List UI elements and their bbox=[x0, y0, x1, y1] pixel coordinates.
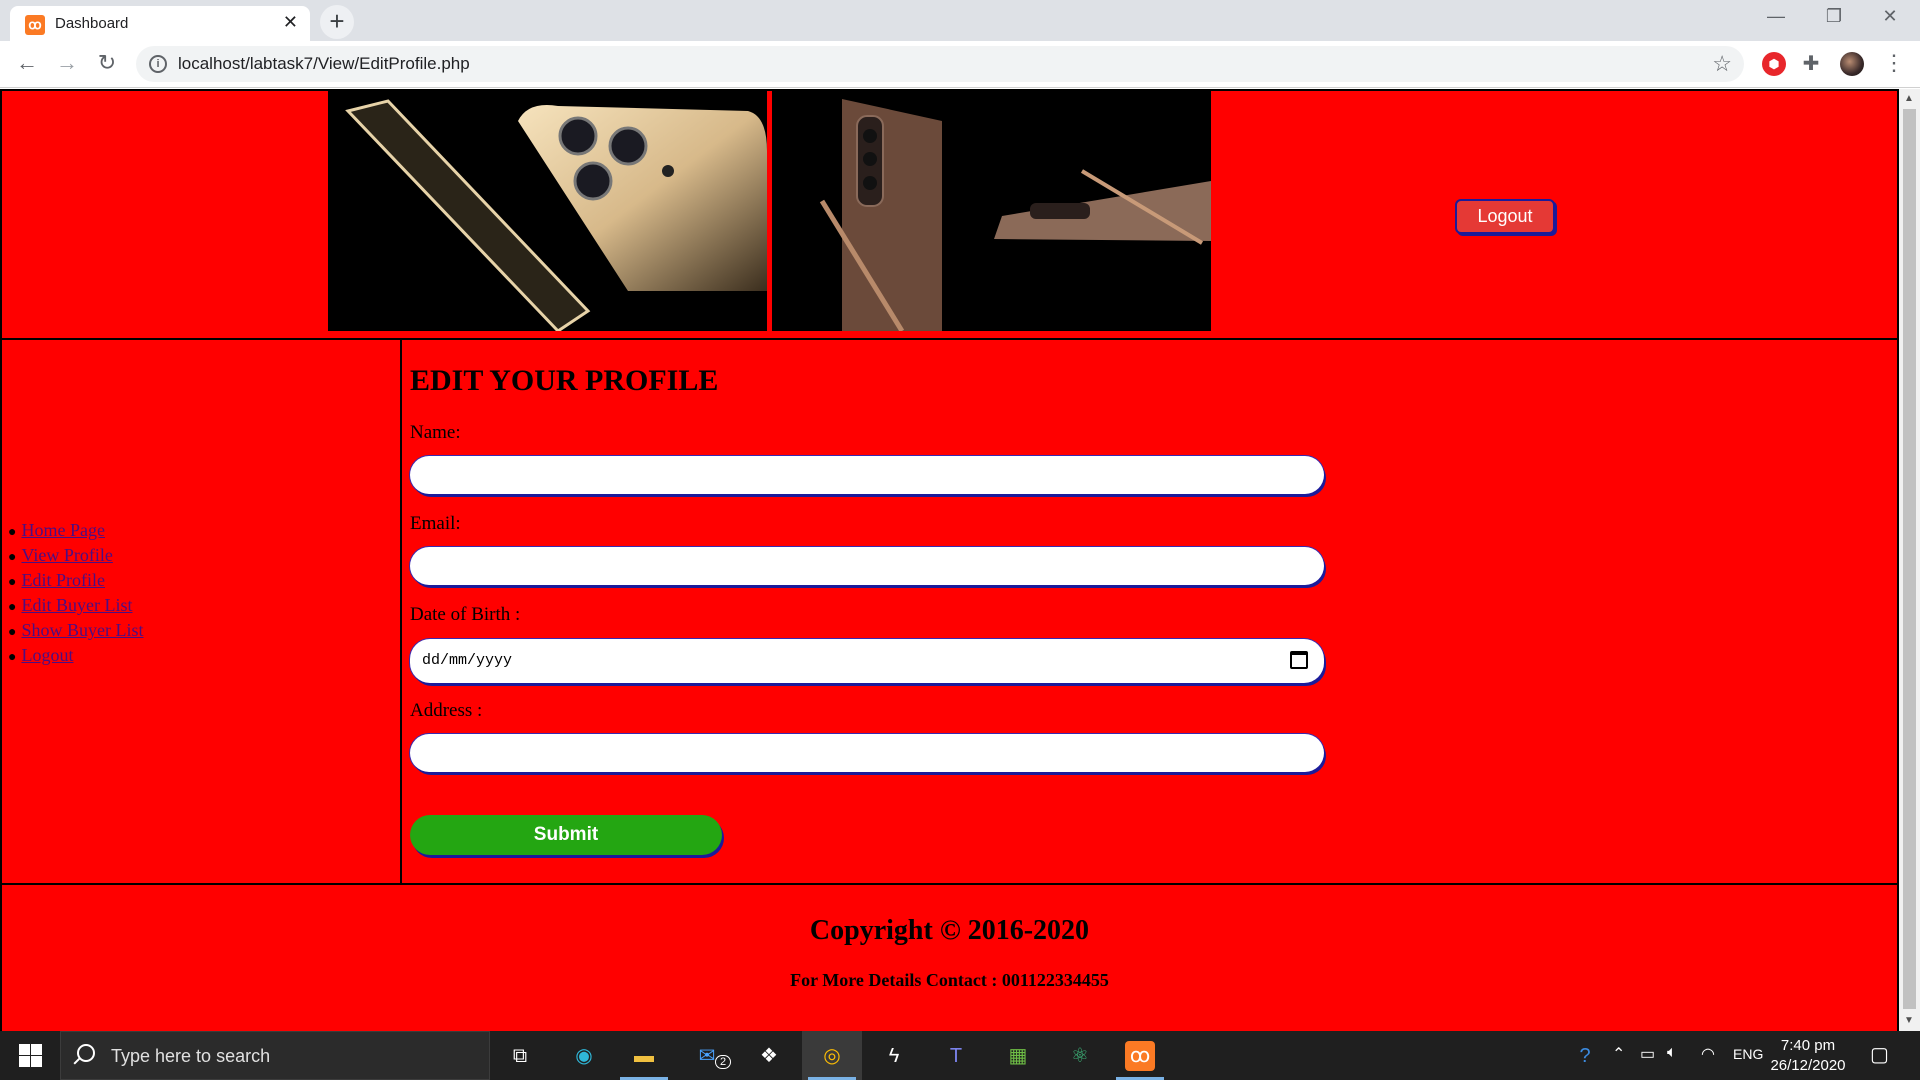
forward-arrow-icon[interactable]: → bbox=[52, 49, 82, 79]
browser-toolbar: ← → ↻ i localhost/labtask7/View/EditProf… bbox=[0, 41, 1920, 88]
dob-label: Date of Birth : bbox=[410, 604, 521, 625]
atom-icon[interactable]: ⚛ bbox=[1063, 1039, 1097, 1073]
minimize-button[interactable]: — bbox=[1756, 6, 1796, 27]
site-info-icon[interactable]: i bbox=[149, 55, 167, 73]
mail-badge: 2 bbox=[715, 1055, 731, 1069]
content-row: Home Page View Profile Edit Profile Edit… bbox=[0, 338, 1899, 885]
vertical-scrollbar[interactable]: ▲ ▼ bbox=[1899, 89, 1920, 1031]
scroll-up-icon[interactable]: ▲ bbox=[1904, 93, 1914, 104]
form-title: EDIT YOUR PROFILE bbox=[410, 364, 719, 397]
dropbox-icon[interactable]: ❖ bbox=[752, 1039, 786, 1073]
edit-buyer-list-link[interactable]: Edit Buyer List bbox=[21, 595, 132, 615]
view-profile-link[interactable]: View Profile bbox=[21, 545, 112, 565]
profile-avatar[interactable] bbox=[1840, 52, 1864, 76]
chrome-icon[interactable]: ◎ bbox=[815, 1039, 849, 1073]
edit-profile-link[interactable]: Edit Profile bbox=[21, 570, 105, 590]
restore-button[interactable]: ❐ bbox=[1814, 6, 1854, 27]
store-icon[interactable]: ▦ bbox=[1001, 1039, 1035, 1073]
notification-icon[interactable]: ▢ bbox=[1870, 1042, 1889, 1067]
taskbar-clock[interactable]: 7:40 pm 26/12/2020 bbox=[1764, 1036, 1852, 1076]
submit-button[interactable]: Submit bbox=[410, 815, 722, 855]
contact-text: For More Details Contact : 001122334455 bbox=[790, 970, 1109, 990]
xampp-favicon-icon: ꚙ bbox=[25, 15, 45, 35]
sidebar-item-edit-profile: Edit Profile bbox=[8, 569, 143, 594]
extensions-puzzle-icon[interactable]: ✚ bbox=[1799, 52, 1823, 76]
sidebar-list: Home Page View Profile Edit Profile Edit… bbox=[8, 519, 143, 669]
browser-tabstrip: ꚙ Dashboard ✕ + — ❐ ✕ bbox=[0, 0, 1920, 41]
browser-tab[interactable]: ꚙ Dashboard ✕ bbox=[10, 6, 310, 41]
sidebar-nav: Home Page View Profile Edit Profile Edit… bbox=[2, 338, 402, 883]
address-label: Address : bbox=[410, 700, 483, 721]
email-label: Email: bbox=[410, 513, 461, 534]
close-window-button[interactable]: ✕ bbox=[1870, 6, 1910, 27]
dob-placeholder: dd/mm/yyyy bbox=[422, 652, 513, 669]
back-arrow-icon[interactable]: ← bbox=[12, 49, 42, 79]
volume-icon[interactable]: 🔈︎ bbox=[1667, 1044, 1677, 1062]
browser-menu-icon[interactable]: ⋮ bbox=[1882, 52, 1906, 76]
page-footer: Copyright © 2016-2020 For More Details C… bbox=[0, 885, 1899, 1031]
name-label: Name: bbox=[410, 422, 461, 443]
name-input[interactable] bbox=[410, 456, 1324, 494]
file-explorer-icon[interactable]: ▬ bbox=[627, 1039, 661, 1073]
copyright-text: Copyright © 2016-2020 bbox=[809, 915, 1090, 946]
clock-time: 7:40 pm bbox=[1780, 1037, 1836, 1054]
wifi-icon[interactable]: ◠ bbox=[1701, 1044, 1715, 1064]
xampp-icon[interactable]: ꚙ bbox=[1125, 1041, 1155, 1071]
tab-close-icon[interactable]: ✕ bbox=[283, 12, 298, 33]
windows-start-icon[interactable] bbox=[0, 1031, 58, 1080]
samsung-banner-image bbox=[772, 91, 1211, 331]
teams-icon[interactable]: T bbox=[939, 1039, 973, 1073]
iphone-banner-image bbox=[328, 91, 767, 331]
sidebar-item-logout: Logout bbox=[8, 644, 143, 669]
dob-date-input[interactable]: dd/mm/yyyy bbox=[410, 639, 1324, 683]
tab-title: Dashboard bbox=[55, 15, 129, 32]
sidebar-item-home-page: Home Page bbox=[8, 519, 143, 544]
logout-link[interactable]: Logout bbox=[21, 645, 73, 665]
taskbar-search-placeholder: Type here to search bbox=[111, 1046, 271, 1066]
taskbar-search-box[interactable]: Type here to search bbox=[60, 1031, 490, 1080]
clock-date: 26/12/2020 bbox=[1770, 1057, 1846, 1074]
scroll-down-icon[interactable]: ▼ bbox=[1904, 1015, 1914, 1026]
address-input[interactable] bbox=[410, 734, 1324, 772]
sidebar-item-edit-buyer-list: Edit Buyer List bbox=[8, 594, 143, 619]
search-icon bbox=[77, 1044, 95, 1062]
show-buyer-list-link[interactable]: Show Buyer List bbox=[21, 620, 143, 640]
language-indicator[interactable]: ENG bbox=[1733, 1046, 1763, 1062]
sidebar-item-view-profile: View Profile bbox=[8, 544, 143, 569]
help-icon[interactable]: ? bbox=[1568, 1039, 1602, 1073]
adblock-extension-icon[interactable]: ⬢ bbox=[1762, 52, 1786, 76]
edge-browser-icon[interactable]: ◉ bbox=[567, 1039, 601, 1073]
tray-chevron-icon[interactable]: ⌃ bbox=[1612, 1044, 1625, 1064]
url-text[interactable]: localhost/labtask7/View/EditProfile.php bbox=[178, 54, 470, 74]
sidebar-item-show-buyer-list: Show Buyer List bbox=[8, 619, 143, 644]
home-page-link[interactable]: Home Page bbox=[21, 520, 104, 540]
address-bar[interactable]: i localhost/labtask7/View/EditProfile.ph… bbox=[136, 46, 1744, 82]
page-header: Logout bbox=[0, 89, 1899, 340]
header-logout-button[interactable]: Logout bbox=[1455, 199, 1555, 234]
email-input[interactable] bbox=[410, 547, 1324, 585]
new-tab-button[interactable]: + bbox=[320, 5, 354, 39]
scrollbar-thumb[interactable] bbox=[1903, 109, 1916, 1009]
sublime-text-icon[interactable]: ϟ bbox=[877, 1039, 911, 1073]
calendar-icon[interactable] bbox=[1290, 651, 1308, 669]
bookmark-star-icon[interactable]: ☆ bbox=[1712, 51, 1732, 77]
windows-taskbar: Type here to search ⧉ ◉ ▬ ✉ 2 ❖ ◎ ϟ T ▦ … bbox=[0, 1031, 1920, 1080]
reload-icon[interactable]: ↻ bbox=[92, 49, 122, 79]
battery-icon[interactable]: ▭ bbox=[1640, 1044, 1655, 1064]
page-viewport: Logout Home Page View Profile Edit Profi… bbox=[0, 89, 1899, 1031]
task-view-icon[interactable]: ⧉ bbox=[503, 1039, 537, 1073]
